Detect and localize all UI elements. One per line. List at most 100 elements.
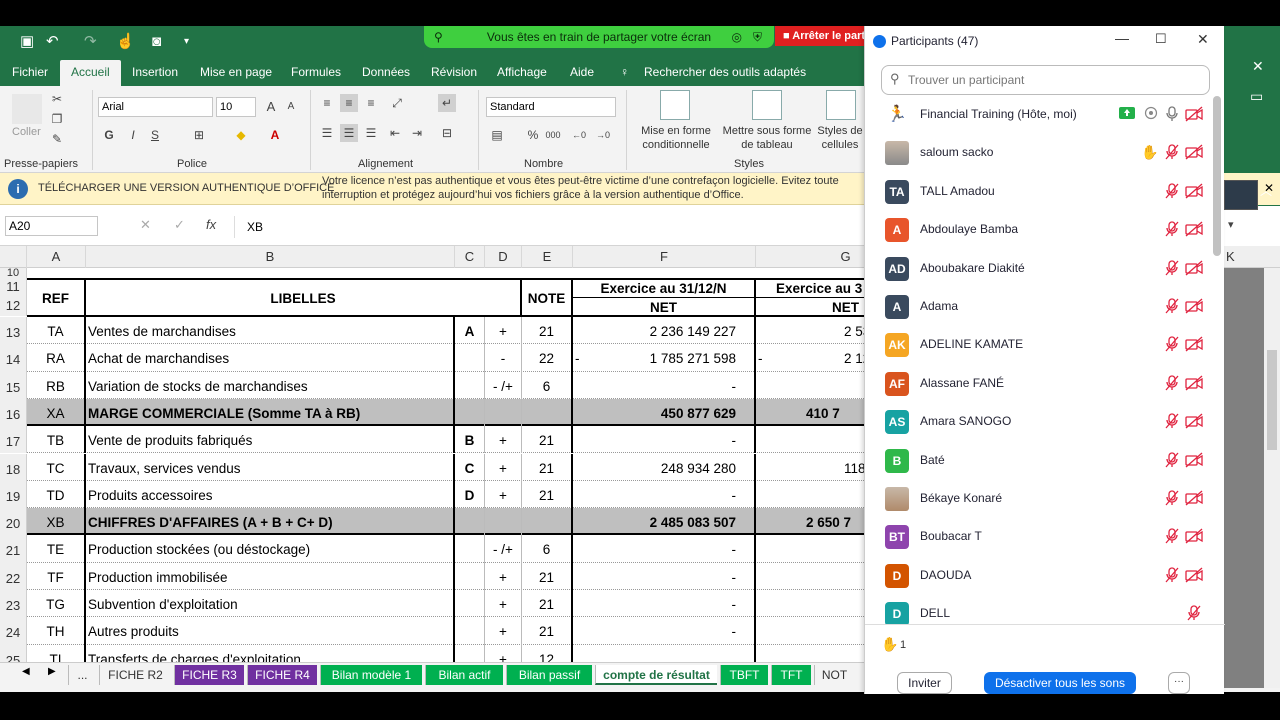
col-header-k[interactable]: K: [1224, 246, 1280, 268]
recording-icon[interactable]: [1144, 106, 1158, 122]
cell-styles-icon[interactable]: [826, 90, 856, 120]
underline-button[interactable]: S: [146, 126, 164, 144]
currency-icon[interactable]: ▤: [488, 126, 506, 144]
sign-cell[interactable]: -: [485, 344, 522, 372]
tab-formules[interactable]: Formules: [291, 65, 341, 79]
row-header[interactable]: 11: [0, 278, 27, 296]
collapse-icon[interactable]: ︿: [1260, 182, 1272, 199]
video-thumbnail[interactable]: [1224, 180, 1258, 210]
prior-value-cell[interactable]: 2 532: [756, 317, 870, 344]
percent-button[interactable]: %: [524, 126, 542, 144]
ref-cell[interactable]: TF: [27, 562, 86, 590]
participant-row[interactable]: D DAOUDA: [865, 557, 1215, 595]
row-header[interactable]: 17: [0, 426, 27, 454]
prior-value-cell[interactable]: [756, 617, 870, 644]
ref-cell[interactable]: XB: [27, 508, 86, 536]
net-value-cell[interactable]: -: [573, 562, 756, 590]
net-value-cell[interactable]: 248 934 280: [573, 453, 756, 481]
prior-value-cell[interactable]: [756, 590, 870, 617]
merge-center-icon[interactable]: ⊟: [438, 124, 456, 142]
italic-button[interactable]: I: [124, 126, 142, 144]
share-pin-icon[interactable]: ⚲: [434, 26, 443, 48]
letter-cell[interactable]: C: [455, 453, 485, 481]
ref-cell[interactable]: TC: [27, 453, 86, 481]
row-header[interactable]: 21: [0, 535, 27, 563]
net-value-cell[interactable]: [573, 644, 756, 662]
share-screen-icon[interactable]: [1119, 106, 1135, 122]
row-header[interactable]: 10: [0, 268, 27, 279]
letter-cell[interactable]: B: [455, 426, 485, 454]
row-header[interactable]: 14: [0, 344, 27, 372]
sheet-tab[interactable]: Bilan passif: [506, 665, 592, 685]
sign-cell[interactable]: +: [485, 617, 522, 645]
mic-off-icon[interactable]: [1165, 413, 1179, 429]
col-header-f[interactable]: F: [573, 246, 756, 268]
mute-all-button[interactable]: Désactiver tous les sons: [984, 672, 1136, 694]
letter-cell[interactable]: [455, 371, 485, 399]
video-off-icon[interactable]: [1185, 490, 1203, 506]
orientation-icon[interactable]: ⤢: [388, 94, 406, 112]
sign-cell[interactable]: +: [485, 453, 522, 481]
note-cell[interactable]: 21: [522, 426, 573, 454]
net-value-cell[interactable]: 1 785 271 598: [573, 344, 756, 372]
tab-mise-en-page[interactable]: Mise en page: [200, 65, 272, 79]
row-header[interactable]: 12: [0, 296, 27, 316]
col-header-d[interactable]: D: [485, 246, 522, 268]
stop-share-button[interactable]: ■ Arrêter le partage: [775, 26, 865, 46]
tab-donnees[interactable]: Données: [362, 65, 410, 79]
ref-cell[interactable]: RA: [27, 344, 86, 372]
redo-icon[interactable]: ↷: [84, 33, 97, 51]
maximize-icon[interactable]: ☐: [1155, 31, 1167, 47]
sign-cell[interactable]: +: [485, 480, 522, 509]
expand-formula-icon[interactable]: ▾: [1228, 218, 1234, 231]
note-cell[interactable]: 6: [522, 535, 573, 563]
note-cell[interactable]: 6: [522, 371, 573, 399]
sign-cell[interactable]: +: [485, 562, 522, 590]
mic-off-icon[interactable]: [1165, 336, 1179, 352]
close-icon[interactable]: ✕: [1252, 58, 1264, 75]
col-header-c[interactable]: C: [455, 246, 485, 268]
increase-indent-icon[interactable]: ⇥: [408, 124, 426, 142]
confirm-icon[interactable]: ✓: [174, 217, 185, 233]
scrollbar-thumb[interactable]: [1267, 350, 1277, 450]
libelle-cell[interactable]: Achat de marchandises: [86, 344, 455, 372]
prior-value-cell[interactable]: [756, 645, 870, 662]
libelle-cell[interactable]: Ventes de marchandises: [86, 317, 455, 345]
mic-off-icon[interactable]: [1165, 451, 1179, 468]
participant-row[interactable]: BT Boubacar T: [865, 518, 1215, 556]
font-name-select[interactable]: Arial: [98, 97, 213, 117]
tab-aide[interactable]: Aide: [570, 65, 594, 79]
participant-row[interactable]: B Baté: [865, 442, 1215, 480]
tell-me-search[interactable]: Rechercher des outils adaptés: [644, 65, 806, 79]
video-off-icon[interactable]: [1185, 375, 1203, 391]
conditional-format-button[interactable]: Mise en forme conditionnelle: [640, 124, 712, 152]
note-cell[interactable]: 21: [522, 480, 573, 509]
sign-cell[interactable]: +: [485, 317, 522, 345]
sign-cell[interactable]: +: [485, 590, 522, 618]
mic-off-icon[interactable]: [1165, 221, 1179, 237]
note-cell[interactable]: 21: [522, 453, 573, 481]
col-header-a[interactable]: A: [27, 246, 86, 268]
paste-icon[interactable]: [12, 94, 42, 124]
align-top-icon[interactable]: ≡: [318, 94, 336, 112]
net-value-cell[interactable]: -: [573, 590, 756, 618]
customize-qat-icon[interactable]: ▾: [184, 33, 189, 51]
align-right-icon[interactable]: ☰: [362, 124, 380, 142]
ref-cell[interactable]: XA: [27, 398, 86, 427]
sheet-tab[interactable]: Bilan modèle 1: [320, 665, 422, 685]
sheet-tab[interactable]: FICHE R3: [174, 665, 244, 685]
mic-off-icon[interactable]: [1165, 144, 1179, 160]
minimize-icon[interactable]: —: [1115, 30, 1129, 46]
conditional-format-icon[interactable]: [660, 90, 690, 120]
ref-cell[interactable]: TB: [27, 426, 86, 454]
participant-row[interactable]: AK ADELINE KAMATE: [865, 326, 1215, 364]
participant-row[interactable]: D DELL: [865, 595, 1215, 624]
row-header[interactable]: 25: [0, 644, 27, 662]
name-box[interactable]: A20: [5, 216, 98, 236]
net-value-cell[interactable]: -: [573, 426, 756, 454]
sheet-tab[interactable]: FICHE R2: [99, 665, 171, 685]
net-value-cell[interactable]: -: [573, 480, 756, 509]
prior-value-cell[interactable]: [756, 372, 870, 399]
libelle-cell[interactable]: CHIFFRES D'AFFAIRES (A + B + C+ D): [86, 508, 455, 536]
tab-accueil[interactable]: Accueil: [60, 60, 121, 86]
